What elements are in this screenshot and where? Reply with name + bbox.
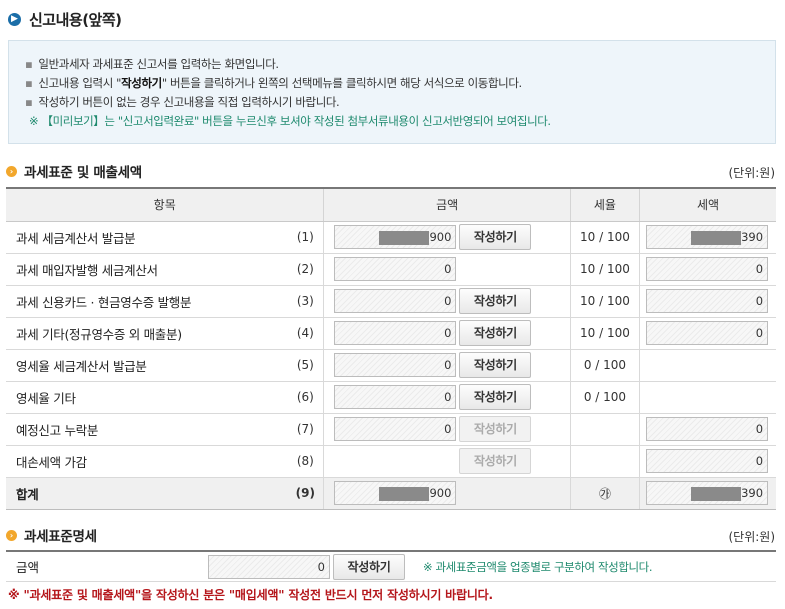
- masked-value: [379, 230, 430, 245]
- info-box: ▪ 일반과세자 과세표준 신고서를 입력하는 화면입니다. ▪ 신고내용 입력시 "…: [8, 40, 776, 144]
- bullet-dot-icon: ▪: [25, 57, 33, 71]
- tax-rate: [569, 413, 640, 446]
- unit-label: (단위:원): [728, 530, 775, 544]
- row-number: (4): [287, 317, 324, 350]
- row-number: (3): [287, 285, 324, 318]
- write-button[interactable]: 작성하기: [459, 224, 532, 250]
- header-amount: 금액: [323, 187, 571, 222]
- row-number: (1): [287, 221, 324, 254]
- detail-note: ※ 과세표준금액을 업종별로 구분하여 작성합니다.: [423, 559, 653, 574]
- tax-field[interactable]: 390: [646, 225, 769, 249]
- bullet-dot-icon: ▪: [25, 95, 33, 109]
- total-rate-symbol: ㉮: [569, 477, 640, 510]
- tax-rate: 0 / 100: [569, 349, 640, 382]
- write-button-disabled[interactable]: 작성하기: [459, 448, 532, 474]
- write-button-disabled[interactable]: 작성하기: [459, 416, 532, 442]
- row-name: 과세 신용카드 · 현금영수증 발행분: [6, 285, 288, 318]
- tax-field[interactable]: 0: [646, 257, 769, 281]
- write-button[interactable]: 작성하기: [459, 320, 532, 346]
- table-row: 예정신고 누락분 (7) 0 작성하기 0: [6, 413, 776, 446]
- tax-empty: [639, 381, 776, 414]
- tax-rate: 10 / 100: [569, 253, 640, 286]
- info-line-2: ▪ 신고내용 입력시 "작성하기" 버튼을 클릭하거나 왼쪽의 선택메뉴를 클릭하…: [25, 76, 522, 90]
- section-bullet-icon: ›: [6, 165, 17, 177]
- tax-field[interactable]: 0: [646, 289, 769, 313]
- tax-field[interactable]: 0: [646, 321, 769, 345]
- tax-rate: 10 / 100: [569, 317, 640, 350]
- section-bullet-icon: ›: [6, 529, 17, 541]
- amount-field[interactable]: 900: [334, 225, 457, 249]
- info-line-1: ▪ 일반과세자 과세표준 신고서를 입력하는 화면입니다.: [25, 57, 279, 71]
- amount-label: 금액: [16, 560, 40, 575]
- row-number: (7): [287, 413, 324, 446]
- total-tax-field: 390: [646, 481, 769, 505]
- masked-value: [379, 486, 430, 501]
- unit-label: (단위:원): [728, 166, 775, 180]
- row-name: 영세율 기타: [6, 381, 288, 414]
- table-row: 과세 기타(정규영수증 외 매출분) (4) 0 작성하기 10 / 100 0: [6, 317, 776, 350]
- page-header: ▶ 신고내용(앞쪽): [8, 8, 122, 30]
- amount-field[interactable]: 0: [334, 289, 457, 313]
- table-row: 영세율 기타 (6) 0 작성하기 0 / 100: [6, 381, 776, 414]
- total-name: 합계: [6, 477, 288, 510]
- bullet-dot-icon: ▪: [25, 76, 33, 90]
- amount-field[interactable]: 0: [334, 353, 457, 377]
- write-button[interactable]: 작성하기: [333, 553, 405, 580]
- section-title-tax-base-detail: › 과세표준명세: [6, 525, 97, 545]
- tax-empty: [639, 349, 776, 382]
- row-name: 과세 기타(정규영수증 외 매출분): [6, 317, 288, 350]
- table-row: 과세 매입자발행 세금계산서 (2) 0 10 / 100 0: [6, 253, 776, 286]
- write-button[interactable]: 작성하기: [459, 384, 532, 410]
- row-name: 예정신고 누락분: [6, 413, 288, 446]
- write-button[interactable]: 작성하기: [459, 352, 532, 378]
- header-tax: 세액: [639, 187, 776, 222]
- header-item: 항목: [6, 187, 324, 222]
- arrow-bullet-icon: ▶: [8, 12, 21, 26]
- section-title-tax-base: › 과세표준 및 매출세액: [6, 161, 142, 181]
- table-header-row: 항목 금액 세율 세액: [6, 187, 776, 222]
- total-amount-field: 900: [334, 481, 457, 505]
- table-row: 과세 세금계산서 발급분 (1) 900 작성하기 10 / 100 390: [6, 221, 776, 254]
- tax-rate: 10 / 100: [569, 221, 640, 254]
- total-number: (9): [287, 477, 324, 510]
- warning-message: ※ "과세표준 및 매출세액"을 작성하신 분은 "매입세액" 작성전 반드시 …: [8, 588, 493, 602]
- page-title: 신고내용(앞쪽): [29, 10, 122, 29]
- row-name: 대손세액 가감: [6, 445, 288, 478]
- table-row: 대손세액 가감 (8) 작성하기 0: [6, 445, 776, 478]
- tax-rate: [569, 445, 640, 478]
- table-row: 영세율 세금계산서 발급분 (5) 0 작성하기 0 / 100: [6, 349, 776, 382]
- amount-field[interactable]: 0: [334, 257, 457, 281]
- tax-base-detail-row: 금액 0 작성하기 ※ 과세표준금액을 업종별로 구분하여 작성합니다.: [6, 550, 776, 582]
- tax-base-table: 항목 금액 세율 세액 과세 세금계산서 발급분 (1) 900 작성하기 10 …: [6, 187, 776, 510]
- detail-amount-field[interactable]: 0: [208, 554, 330, 579]
- total-row: 합계 (9) 900 ㉮ 390: [6, 477, 776, 510]
- tax-field[interactable]: 0: [646, 417, 769, 441]
- row-name: 영세율 세금계산서 발급분: [6, 349, 288, 382]
- row-name: 과세 매입자발행 세금계산서: [6, 253, 288, 286]
- tax-rate: 0 / 100: [569, 381, 640, 414]
- row-number: (5): [287, 349, 324, 382]
- row-name: 과세 세금계산서 발급분: [6, 221, 288, 254]
- row-number: (6): [287, 381, 324, 414]
- amount-field[interactable]: 0: [334, 385, 457, 409]
- header-rate: 세율: [569, 187, 640, 222]
- masked-value: [691, 230, 742, 245]
- amount-field[interactable]: 0: [334, 417, 457, 441]
- info-line-3: ▪ 작성하기 버튼이 없는 경우 신고내용을 직접 입력하시기 바랍니다.: [25, 95, 340, 109]
- table-row: 과세 신용카드 · 현금영수증 발행분 (3) 0 작성하기 10 / 100 0: [6, 285, 776, 318]
- tax-rate: 10 / 100: [569, 285, 640, 318]
- masked-value: [691, 486, 742, 501]
- row-number: (2): [287, 253, 324, 286]
- tax-field[interactable]: 0: [646, 449, 769, 473]
- row-number: (8): [287, 445, 324, 478]
- info-note: ※ 【미리보기】는 "신고서입력완료" 버튼을 누르신후 보셔야 작성된 첨부서…: [29, 114, 551, 128]
- amount-field[interactable]: 0: [334, 321, 457, 345]
- write-button[interactable]: 작성하기: [459, 288, 532, 314]
